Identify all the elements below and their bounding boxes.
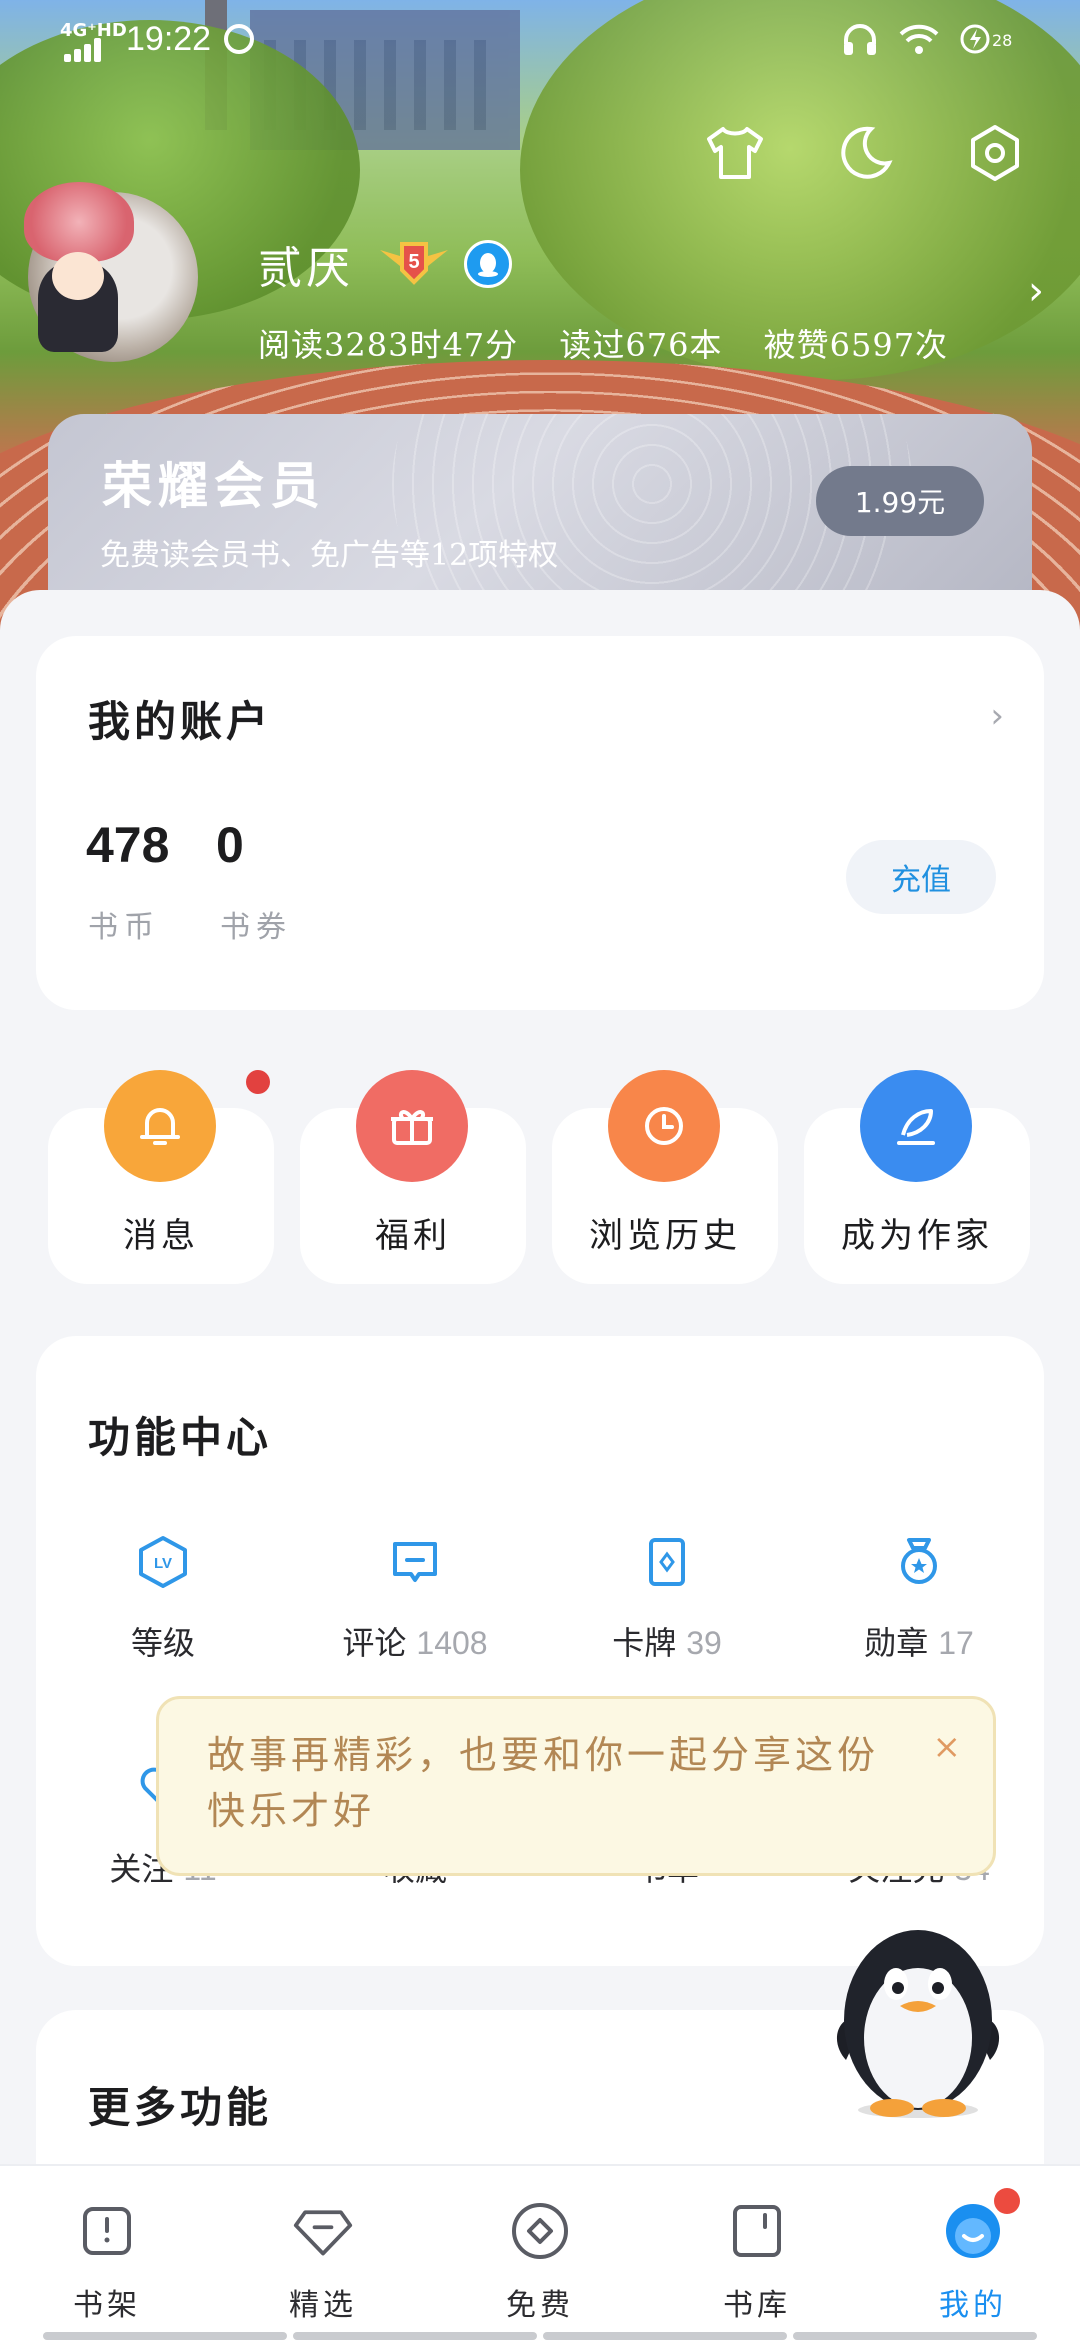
level-badge: 5 <box>380 242 448 285</box>
more-features-title: 更多功能 <box>88 2083 273 2132</box>
feature-medals[interactable]: 勋章 17 <box>804 1532 1034 1664</box>
reading-stats: 阅读3283时47分 读过676本 被赞6597次 <box>258 320 978 366</box>
penguin-icon <box>478 253 498 277</box>
night-mode-button[interactable] <box>830 118 900 188</box>
diamond-icon <box>293 2210 353 2256</box>
status-bar: 4G⁺HD 19:22 28 <box>0 14 1080 64</box>
tab-bookshelf[interactable]: 书架 <box>42 2200 172 2324</box>
history-label: 浏览历史 <box>589 1216 741 1256</box>
profile-icon <box>946 2204 1000 2258</box>
likes-count: 被赞6597次 <box>763 326 949 364</box>
battery-level: 28 <box>992 31 1012 50</box>
recharge-button[interactable]: 充值 <box>846 840 996 914</box>
settings-button[interactable] <box>960 118 1030 188</box>
vip-price-button[interactable]: 1.99元 <box>816 466 984 536</box>
feature-label: 卡牌 <box>612 1624 677 1662</box>
data-saver-icon <box>224 24 254 54</box>
welfare-button[interactable]: 福利 <box>300 1070 526 1284</box>
signal-icon <box>64 38 112 62</box>
moon-icon <box>841 126 893 179</box>
tab-label: 我的 <box>939 2288 1007 2323</box>
headphones-icon <box>844 24 876 55</box>
level-icon: LV <box>139 1536 187 1588</box>
tab-label: 精选 <box>289 2288 357 2323</box>
become-writer-button[interactable]: 成为作家 <box>804 1070 1030 1284</box>
tab-me[interactable]: 我的 <box>908 2188 1038 2324</box>
tooltip-text: 故事再精彩，也要和你一起分享这份快乐才好 <box>207 1733 880 1833</box>
gesture-bar <box>0 2332 1080 2340</box>
settings-icon <box>971 125 1019 181</box>
welfare-label: 福利 <box>375 1216 451 1256</box>
share-tooltip: 故事再精彩，也要和你一起分享这份快乐才好 × <box>156 1696 996 1876</box>
vip-title: 荣耀会员 <box>102 456 326 515</box>
feature-center-title: 功能中心 <box>88 1413 273 1462</box>
reading-time: 阅读3283时47分 <box>258 326 519 364</box>
vip-card[interactable]: 荣耀会员 免费读会员书、免广告等12项特权 1.99元 <box>48 414 1032 614</box>
bottom-tab-bar: 书架 精选 免费 书库 我的 <box>0 2164 1080 2340</box>
library-icon <box>733 2205 781 2257</box>
status-right: 28 <box>842 22 1020 56</box>
coins-value[interactable]: 478 <box>86 816 169 874</box>
feature-label: 等级 <box>130 1624 195 1662</box>
clock-icon <box>645 1107 683 1145</box>
books-read: 读过676本 <box>559 326 723 364</box>
feature-label: 评论 <box>342 1624 407 1662</box>
battery-icon: 28 <box>960 24 1012 54</box>
notification-dot <box>994 2188 1020 2214</box>
become-writer-label: 成为作家 <box>841 1216 993 1256</box>
chevron-right-icon[interactable]: › <box>990 696 1004 736</box>
avatar[interactable] <box>24 182 198 362</box>
svg-text:LV: LV <box>154 1555 172 1572</box>
chevron-right-icon[interactable]: › <box>1028 268 1044 314</box>
feature-label: 勋章 <box>864 1624 929 1662</box>
penguin-mascot[interactable] <box>826 1910 1010 2120</box>
wifi-icon <box>899 24 939 54</box>
feature-count: 1408 <box>416 1625 488 1661</box>
tab-library[interactable]: 书库 <box>692 2200 822 2324</box>
tab-label: 书架 <box>73 2288 141 2323</box>
vip-subtitle: 免费读会员书、免广告等12项特权 <box>100 538 559 573</box>
feature-level[interactable]: LV 等级 <box>48 1532 278 1664</box>
feather-pen-icon <box>897 1109 935 1145</box>
shirt-icon <box>707 127 763 179</box>
card-icon <box>649 1538 685 1586</box>
history-button[interactable]: 浏览历史 <box>552 1070 778 1284</box>
username[interactable]: 贰厌 <box>258 232 354 296</box>
comment-icon <box>393 1542 437 1582</box>
account-card[interactable]: 我的账户 › 478 书币 0 书券 充值 <box>36 636 1044 1010</box>
gift-icon <box>391 1110 433 1145</box>
messages-button[interactable]: 消息 <box>48 1070 274 1284</box>
feature-count: 39 <box>686 1625 722 1661</box>
bookshelf-icon <box>83 2207 131 2255</box>
free-icon <box>512 2203 568 2259</box>
clock: 19:22 <box>126 20 212 58</box>
bell-icon <box>140 1108 180 1145</box>
theme-skin-button[interactable] <box>700 118 770 188</box>
close-icon[interactable]: × <box>933 1719 966 1775</box>
vouchers-value[interactable]: 0 <box>216 816 244 874</box>
tab-featured[interactable]: 精选 <box>258 2200 388 2324</box>
vouchers-label: 书券 <box>220 910 292 945</box>
account-title: 我的账户 <box>88 697 273 746</box>
tab-label: 书库 <box>723 2288 791 2323</box>
feature-cards[interactable]: 卡牌 39 <box>552 1532 782 1664</box>
tab-label: 免费 <box>506 2288 574 2323</box>
feature-comments[interactable]: 评论 1408 <box>300 1532 530 1664</box>
coins-label: 书币 <box>88 910 160 945</box>
tab-free[interactable]: 免费 <box>475 2200 605 2324</box>
notification-dot <box>246 1070 270 1094</box>
messages-label: 消息 <box>123 1216 199 1256</box>
feature-count: 17 <box>938 1625 974 1661</box>
medal-icon <box>901 1538 937 1584</box>
level-number: 5 <box>408 251 419 273</box>
qq-badge <box>464 240 512 288</box>
